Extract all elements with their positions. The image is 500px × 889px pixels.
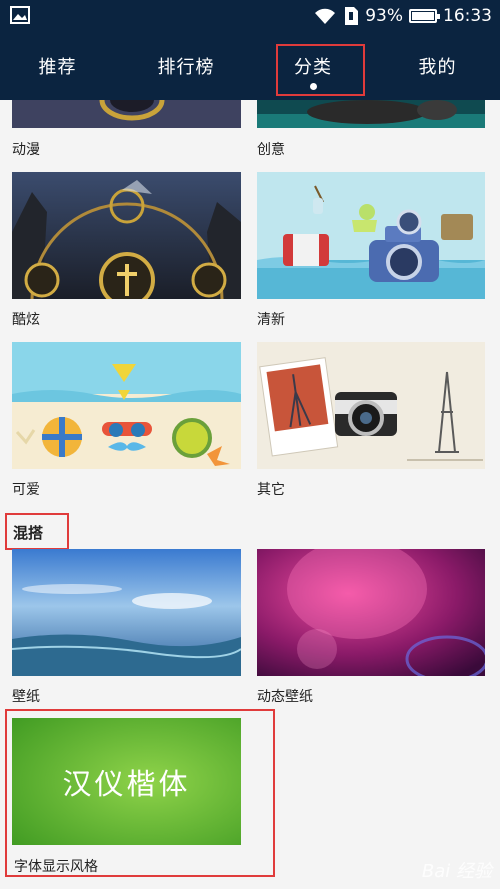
category-label: 清新 xyxy=(257,312,285,328)
clock: 16:33 xyxy=(443,6,492,26)
category-label: 可爱 xyxy=(12,482,40,498)
mix-item-label: 壁纸 xyxy=(12,689,40,705)
tab-recommend[interactable]: 推荐 xyxy=(0,32,115,100)
tab-label: 推荐 xyxy=(38,57,77,78)
category-label: 酷炫 xyxy=(12,312,40,328)
battery-percent: 93% xyxy=(365,6,403,26)
thumbnail-other[interactable] xyxy=(257,342,485,469)
highlight-box xyxy=(5,709,275,877)
tab-label: 排行榜 xyxy=(157,57,215,78)
battery-fill xyxy=(412,12,435,20)
image-icon xyxy=(10,6,30,24)
thumbnail-fresh[interactable] xyxy=(257,172,485,299)
thumbnail-creative[interactable] xyxy=(257,100,485,128)
thumbnail-anime[interactable] xyxy=(12,100,241,128)
mix-item-label: 动态壁纸 xyxy=(257,689,313,705)
tab-label: 我的 xyxy=(418,57,457,78)
battery-icon xyxy=(409,9,440,23)
top-nav: 推荐 排行榜 分类 我的 xyxy=(0,32,500,100)
thumbnail-cute[interactable] xyxy=(12,342,241,469)
thumbnail-wallpaper[interactable] xyxy=(12,549,241,676)
category-label: 创意 xyxy=(257,142,285,158)
thumbnail-live-wallpaper[interactable] xyxy=(257,549,485,676)
tab-ranking[interactable]: 排行榜 xyxy=(115,32,257,100)
category-label: 动漫 xyxy=(12,142,40,158)
highlight-box xyxy=(276,44,365,96)
tab-mine[interactable]: 我的 xyxy=(375,32,500,100)
status-bar: 93% 16:33 xyxy=(0,0,500,32)
wifi-icon xyxy=(315,8,336,24)
thumbnail-cool[interactable] xyxy=(12,172,241,299)
highlight-box xyxy=(5,513,69,550)
watermark: Bai 经验 xyxy=(421,861,492,882)
category-label: 其它 xyxy=(257,482,285,498)
sim-icon xyxy=(345,7,359,25)
